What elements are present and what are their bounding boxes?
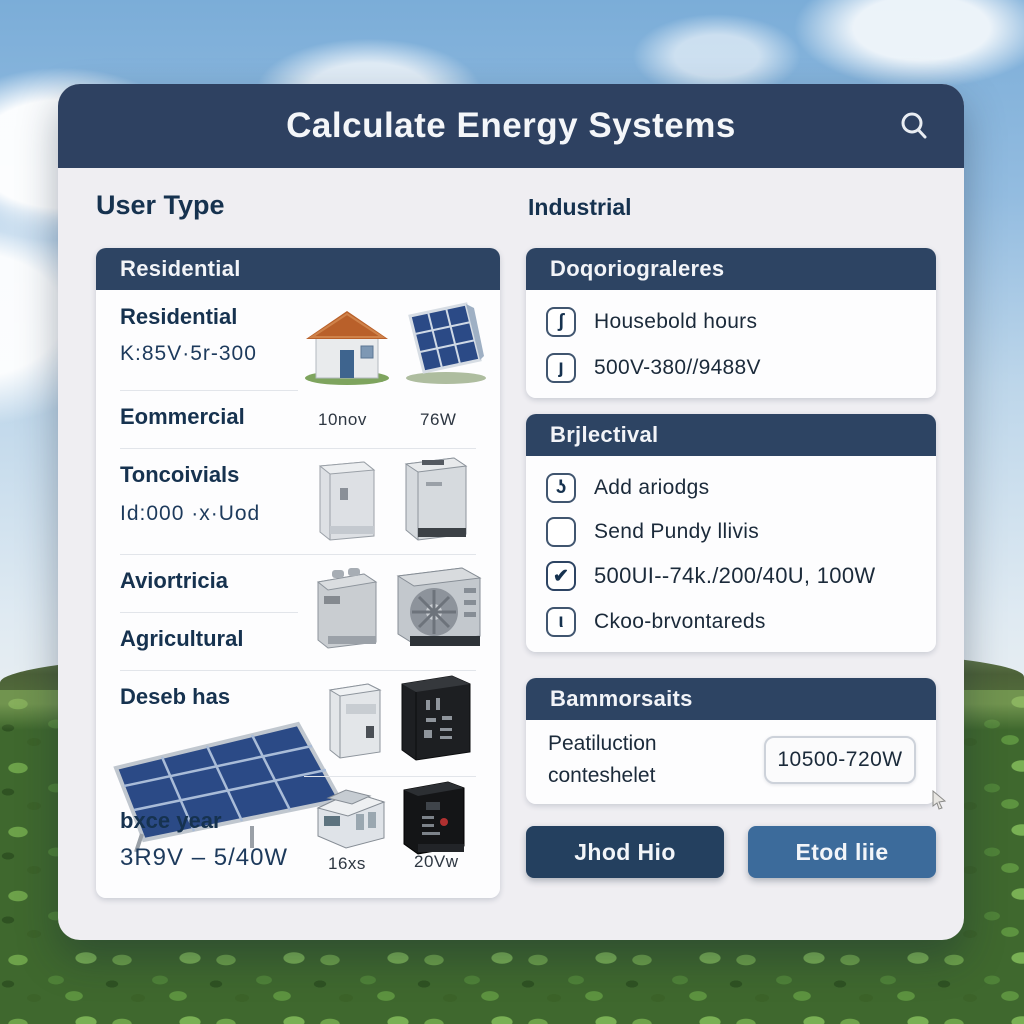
checkbox-icon-checked[interactable]: ✔	[546, 561, 576, 591]
production-label-line1: Peatiluction	[548, 732, 657, 756]
panel-3-header: Bammorsaits	[526, 678, 936, 720]
checkbox-icon-empty[interactable]	[546, 517, 576, 547]
secondary-action-button[interactable]: Etod liie	[748, 826, 936, 878]
power-range-field[interactable]: 10500-720W	[764, 736, 916, 784]
panel-3-title: Bammorsaits	[550, 686, 693, 712]
primary-action-button[interactable]: Jhod Hio	[526, 826, 724, 878]
generator-illustration	[310, 562, 384, 652]
divider	[120, 554, 476, 555]
option-add-ariodgs[interactable]: ʖ Add ariodgs	[526, 468, 936, 508]
user-type-label: User Type	[96, 190, 225, 221]
list-item-toncoivials[interactable]: Toncoivials	[120, 462, 239, 488]
option-label: 500UI--74k./200/40U, 100W	[594, 563, 875, 589]
search-icon[interactable]	[898, 110, 930, 142]
solar-array-illustration	[102, 714, 346, 856]
option-label: Housebold hours	[594, 310, 757, 334]
panel-brjlectival: Brjlectival ʖ Add ariodgs Send Pundy lli…	[526, 414, 936, 652]
bxce-spec: 3R9V – 5/40W	[120, 844, 288, 872]
panel-1-header: Doqoriograleres	[526, 248, 936, 290]
residential-panel-title: Residential	[120, 256, 241, 282]
inverter-black-illustration	[394, 668, 480, 764]
list-item-aviortricia[interactable]: Aviortricia	[120, 568, 228, 594]
panel-2-header: Brjlectival	[526, 414, 936, 456]
power-station-white-illustration	[312, 786, 390, 852]
caption-black-station: 20Vw	[414, 852, 459, 872]
battery-cabinet-2-illustration	[396, 448, 476, 546]
panel-bammorsaits: Bammorsaits Peatiluction conteshelet 105…	[526, 678, 936, 804]
list-item-bxce[interactable]: bxce year	[120, 808, 222, 834]
page-title: Calculate Energy Systems	[286, 106, 736, 146]
caption-panel: 76W	[420, 410, 456, 430]
list-item-commercial[interactable]: Eommercial	[120, 404, 245, 430]
divider	[120, 390, 298, 391]
panel-2-title: Brjlectival	[550, 422, 658, 448]
option-send-pundy[interactable]: Send Pundy llivis	[526, 512, 936, 552]
inverter-white-illustration	[322, 676, 388, 762]
caption-white-station: 16xs	[328, 854, 366, 874]
power-station-black-illustration	[396, 774, 472, 858]
checkbox-icon[interactable]: ʃ	[546, 307, 576, 337]
checkbox-icon[interactable]: ʖ	[546, 473, 576, 503]
option-label: 500V-380//9488V	[594, 356, 761, 380]
option-label: Ckoo-brvontareds	[594, 610, 766, 634]
checkbox-icon[interactable]: ι	[546, 607, 576, 637]
list-item-agricultural[interactable]: Agricultural	[120, 626, 243, 652]
checkbox-icon[interactable]: ȷ	[546, 353, 576, 383]
app-header: Calculate Energy Systems	[58, 84, 964, 168]
calculator-card: Calculate Energy Systems User Type Indus…	[58, 84, 964, 940]
solar-panel-illustration	[400, 302, 488, 386]
option-voltage[interactable]: ȷ 500V-380//9488V	[526, 348, 936, 388]
list-item-deseb[interactable]: Deseb has	[120, 684, 230, 710]
industrial-label: Industrial	[528, 194, 632, 221]
option-ckoo[interactable]: ι Ckoo-brvontareds	[526, 602, 936, 642]
user-type-list: Residential K:85V·5r-300 Eommercial	[96, 290, 500, 898]
toncoivials-spec: Id:000 ·x·Uod	[120, 502, 260, 526]
panel-doqoriograleres: Doqoriograleres ʃ Housebold hours ȷ 500V…	[526, 248, 936, 398]
panel-3-body: Peatiluction conteshelet 10500-720W	[526, 720, 936, 804]
residential-spec: K:85V·5r-300	[120, 342, 257, 366]
production-label-line2: conteshelet	[548, 764, 655, 788]
user-type-panel: Residential Residential K:85V·5r-300 Eom…	[96, 248, 500, 898]
panel-1-title: Doqoriograleres	[550, 256, 724, 282]
house-illustration	[300, 306, 394, 386]
option-label: Send Pundy llivis	[594, 520, 759, 544]
option-500ui-checked[interactable]: ✔ 500UI--74k./200/40U, 100W	[526, 556, 936, 596]
divider	[120, 612, 298, 613]
option-household-hours[interactable]: ʃ Housebold hours	[526, 302, 936, 342]
battery-cabinet-illustration	[310, 454, 384, 546]
caption-house: 10nov	[318, 410, 367, 430]
residential-panel-header: Residential	[96, 248, 500, 290]
option-label: Add ariodgs	[594, 476, 709, 500]
panel-1-body: ʃ Housebold hours ȷ 500V-380//9488V	[526, 290, 936, 398]
list-item-residential[interactable]: Residential	[120, 304, 237, 330]
panel-2-body: ʖ Add ariodgs Send Pundy llivis ✔ 500UI-…	[526, 456, 936, 652]
mouse-cursor-icon	[930, 790, 948, 810]
heat-pump-illustration	[392, 558, 488, 652]
